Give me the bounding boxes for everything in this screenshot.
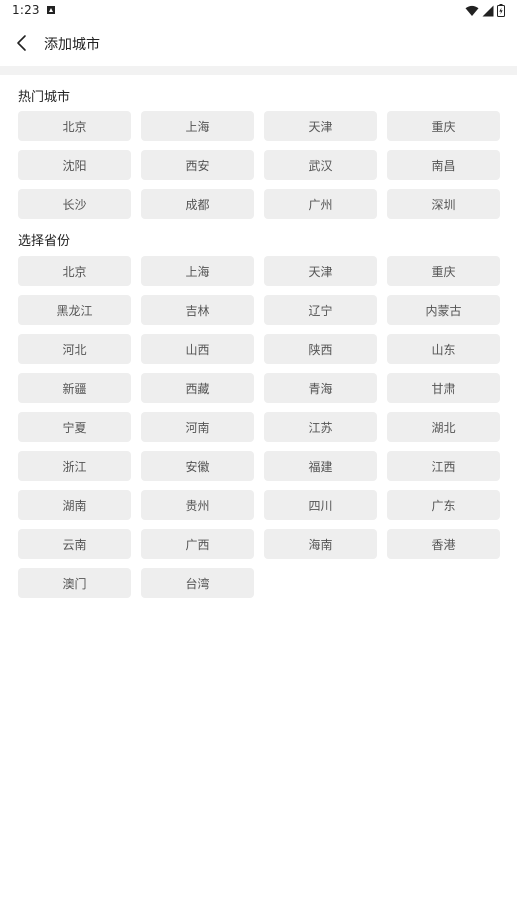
hot-city-button[interactable]: 沈阳 — [18, 150, 131, 180]
province-button[interactable]: 山西 — [141, 334, 254, 364]
province-button[interactable]: 江苏 — [264, 412, 377, 442]
province-button[interactable]: 四川 — [264, 490, 377, 520]
province-button[interactable]: 青海 — [264, 373, 377, 403]
province-button[interactable]: 广东 — [387, 490, 500, 520]
province-button[interactable]: 广西 — [141, 529, 254, 559]
province-button[interactable]: 河南 — [141, 412, 254, 442]
province-button[interactable]: 天津 — [264, 256, 377, 286]
province-button[interactable]: 江西 — [387, 451, 500, 481]
province-button[interactable]: 福建 — [264, 451, 377, 481]
hot-city-button[interactable]: 北京 — [18, 111, 131, 141]
province-button[interactable]: 山东 — [387, 334, 500, 364]
hot-city-button[interactable]: 重庆 — [387, 111, 500, 141]
back-arrow-icon[interactable] — [14, 34, 30, 52]
province-button[interactable]: 香港 — [387, 529, 500, 559]
province-button[interactable]: 黑龙江 — [18, 295, 131, 325]
provinces-title: 选择省份 — [18, 234, 71, 249]
province-button[interactable]: 上海 — [141, 256, 254, 286]
hot-city-button[interactable]: 成都 — [141, 189, 254, 219]
hot-city-button[interactable]: 西安 — [141, 150, 254, 180]
status-icons — [465, 4, 505, 17]
province-button[interactable]: 湖北 — [387, 412, 500, 442]
province-button[interactable]: 北京 — [18, 256, 131, 286]
province-button[interactable]: 贵州 — [141, 490, 254, 520]
province-button[interactable]: 云南 — [18, 529, 131, 559]
status-time: 1:23 — [12, 3, 40, 17]
status-bar: 1:23 — [0, 0, 517, 22]
province-button[interactable]: 内蒙古 — [387, 295, 500, 325]
province-button[interactable]: 河北 — [18, 334, 131, 364]
notification-icon — [47, 6, 55, 14]
hot-city-button[interactable]: 天津 — [264, 111, 377, 141]
province-button[interactable]: 重庆 — [387, 256, 500, 286]
header-divider — [0, 66, 517, 75]
hot-city-button[interactable]: 上海 — [141, 111, 254, 141]
province-button[interactable]: 台湾 — [141, 568, 254, 598]
province-button[interactable]: 海南 — [264, 529, 377, 559]
hot-cities-grid: 北京 上海 天津 重庆沈阳 西安 武汉 南昌长沙 成都 广州 深圳 — [18, 111, 500, 219]
provinces-grid: 北京 上海 天津 重庆黑龙江 吉林 辽宁 内蒙古河北 山西 陕西 山东新疆 西藏 青海 甘肃宁夏 河南 江苏… — [18, 256, 500, 598]
hot-city-button[interactable]: 武汉 — [264, 150, 377, 180]
province-button[interactable]: 吉林 — [141, 295, 254, 325]
app-bar: 添加城市 — [0, 22, 517, 66]
province-button[interactable]: 新疆 — [18, 373, 131, 403]
page-title: 添加城市 — [44, 37, 100, 53]
province-button[interactable]: 西藏 — [141, 373, 254, 403]
province-button[interactable]: 安徽 — [141, 451, 254, 481]
hot-cities-title: 热门城市 — [18, 90, 71, 105]
hot-city-button[interactable]: 长沙 — [18, 189, 131, 219]
province-button[interactable]: 辽宁 — [264, 295, 377, 325]
province-button[interactable]: 湖南 — [18, 490, 131, 520]
province-button[interactable]: 浙江 — [18, 451, 131, 481]
battery-icon — [497, 4, 505, 17]
province-button[interactable]: 澳门 — [18, 568, 131, 598]
hot-city-button[interactable]: 南昌 — [387, 150, 500, 180]
signal-icon — [482, 5, 494, 16]
wifi-icon — [465, 5, 479, 16]
hot-city-button[interactable]: 广州 — [264, 189, 377, 219]
province-button[interactable]: 甘肃 — [387, 373, 500, 403]
province-button[interactable]: 宁夏 — [18, 412, 131, 442]
province-button[interactable]: 陕西 — [264, 334, 377, 364]
hot-city-button[interactable]: 深圳 — [387, 189, 500, 219]
